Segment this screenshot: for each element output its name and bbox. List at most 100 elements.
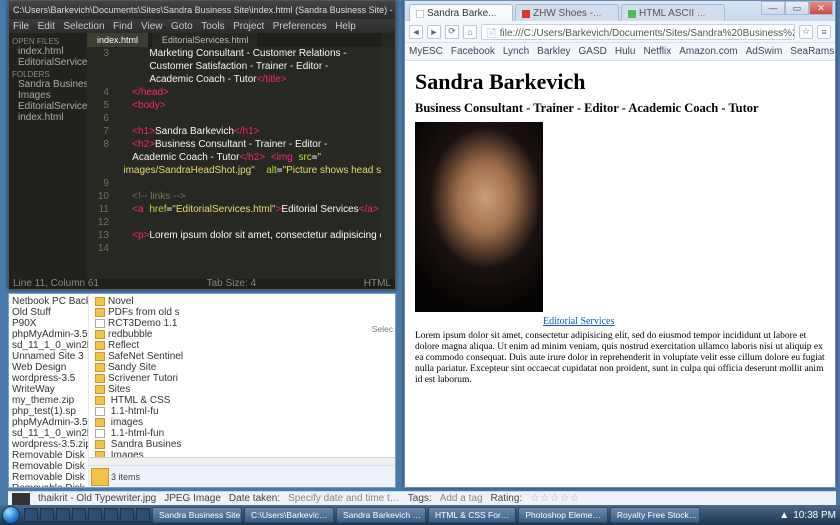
menu-view[interactable]: View <box>141 21 163 32</box>
navpane-item[interactable]: my_theme.zip <box>12 395 85 406</box>
folder-item[interactable]: Sandra Business Site <box>12 79 84 90</box>
explorer-main[interactable]: NovelPDFs from old sRCT3Demo 1.1redbubbl… <box>89 294 395 487</box>
navpane-item[interactable]: P90X <box>12 318 85 329</box>
bookmark-item[interactable]: Amazon.com <box>679 46 737 57</box>
menu-prefs[interactable]: Preferences <box>273 21 327 32</box>
menu-icon[interactable]: ≡ <box>817 25 831 39</box>
navpane-item[interactable]: phpMyAdmin-3.5.5-a <box>12 417 85 428</box>
code-editor[interactable]: 3 Marketing Consultant - Customer Relati… <box>87 47 381 279</box>
navpane-item[interactable]: wordpress-3.5.zip <box>12 439 85 450</box>
list-item[interactable]: Reflect <box>95 340 389 351</box>
chrome-tab[interactable]: HTML ASCII Reference <box>621 4 725 21</box>
bookmark-item[interactable]: Lynch <box>503 46 529 57</box>
bookmark-item[interactable]: Netflix <box>643 46 671 57</box>
taskbar-task[interactable]: Sandra Barkevich … <box>336 507 426 523</box>
navpane-item[interactable]: Removable Disk (J:) <box>12 483 85 487</box>
back-button[interactable]: ◄ <box>409 25 423 39</box>
editor-tab-editorial[interactable]: EditorialServices.html <box>152 33 260 47</box>
navpane-item[interactable]: Removable Disk (I:) <box>12 472 85 483</box>
taskbar-task[interactable]: HTML & CSS For… <box>428 507 516 523</box>
navpane-item[interactable]: phpMyAdmin-3.5.5-a <box>12 329 85 340</box>
menu-goto[interactable]: Goto <box>171 21 193 32</box>
tray-icon[interactable]: ▲ <box>779 510 789 521</box>
forward-button[interactable]: ► <box>427 25 441 39</box>
date-value[interactable]: Specify date and time t… <box>288 492 400 506</box>
navpane-item[interactable]: sd_11_1_0_win2kXPVis <box>12 340 85 351</box>
pinned-app-icon[interactable] <box>88 508 102 522</box>
taskbar-task[interactable]: Photoshop Eleme… <box>518 507 608 523</box>
menu-find[interactable]: Find <box>113 21 132 32</box>
explorer-scrollbar[interactable] <box>89 457 395 465</box>
clock[interactable]: 10:38 PM <box>793 510 836 521</box>
bookmark-item[interactable]: Hulu <box>615 46 636 57</box>
list-item[interactable]: 1.1-html-fu <box>95 406 389 417</box>
open-file[interactable]: index.html <box>12 46 84 57</box>
sublime-titlebar[interactable]: C:\Users\Barkevich\Documents\Sites\Sandr… <box>9 1 395 19</box>
menu-selection[interactable]: Selection <box>63 21 104 32</box>
pinned-app-icon[interactable] <box>136 508 150 522</box>
bookmark-item[interactable]: MyESC <box>409 46 443 57</box>
list-item[interactable]: 1.1-html-fun <box>95 428 389 439</box>
pinned-ie-icon[interactable] <box>24 508 38 522</box>
pinned-app-icon[interactable] <box>56 508 70 522</box>
maximize-icon[interactable]: ▭ <box>785 1 809 15</box>
system-tray[interactable]: ▲ 10:38 PM <box>779 510 838 521</box>
bookmark-star-icon[interactable]: ☆ <box>799 25 813 39</box>
editorial-services-link[interactable]: Editorial Services <box>543 316 614 327</box>
bookmark-item[interactable]: AdSwim <box>746 46 783 57</box>
navpane-item[interactable]: Removable Disk (G:) <box>12 450 85 461</box>
list-item[interactable]: SafeNet Sentinel <box>95 351 389 362</box>
navpane-item[interactable]: sd_11_1_0_win2kXPVis <box>12 428 85 439</box>
folder-item[interactable]: index.html <box>12 112 84 123</box>
navpane-item[interactable]: Web Design <box>12 362 85 373</box>
bookmark-item[interactable]: Facebook <box>451 46 495 57</box>
address-bar[interactable]: 📄 file:///C:/Users/Barkevich/Documents/S… <box>481 24 795 40</box>
minimize-icon[interactable]: — <box>761 1 785 15</box>
list-item[interactable]: PDFs from old s <box>95 307 389 318</box>
bookmark-item[interactable]: SeaRams <box>790 46 834 57</box>
open-file[interactable]: EditorialServices.html <box>12 57 84 68</box>
list-item[interactable]: Scrivener Tutori <box>95 373 389 384</box>
navpane-item[interactable]: WriteWay <box>12 384 85 395</box>
list-item[interactable]: Sandy Site <box>95 362 389 373</box>
start-button[interactable] <box>2 506 20 524</box>
status-syntax[interactable]: HTML <box>364 279 391 289</box>
minimap[interactable] <box>381 47 395 279</box>
explorer-navpane[interactable]: Netbook PC BackupOld StuffP90XphpMyAdmin… <box>9 294 89 487</box>
editor-tab-index[interactable]: index.html <box>87 33 149 47</box>
list-item[interactable]: Novel <box>95 296 389 307</box>
list-item[interactable]: Sandra Busines <box>95 439 389 450</box>
sublime-menubar[interactable]: File Edit Selection Find View Goto Tools… <box>9 19 395 33</box>
bookmark-item[interactable]: Barkley <box>537 46 570 57</box>
taskbar-task[interactable]: C:\Users\Barkevic… <box>244 507 334 523</box>
tags-value[interactable]: Add a tag <box>440 492 483 506</box>
taskbar-task[interactable]: Sandra Business Site <box>152 507 242 523</box>
menu-file[interactable]: File <box>13 21 29 32</box>
menu-edit[interactable]: Edit <box>38 21 55 32</box>
list-item[interactable]: HTML & CSS <box>95 395 389 406</box>
navpane-item[interactable]: Unnamed Site 3 <box>12 351 85 362</box>
menu-tools[interactable]: Tools <box>201 21 224 32</box>
pinned-app-icon[interactable] <box>104 508 118 522</box>
pinned-explorer-icon[interactable] <box>40 508 54 522</box>
reload-button[interactable]: ⟳ <box>445 25 459 39</box>
pinned-app-icon[interactable] <box>120 508 134 522</box>
sublime-sidebar[interactable]: OPEN FILES index.html EditorialServices.… <box>9 33 87 279</box>
folder-item[interactable]: EditorialServices.html <box>12 101 84 112</box>
bookmark-item[interactable]: GASD <box>579 46 607 57</box>
navpane-item[interactable]: wordpress-3.5 <box>12 373 85 384</box>
list-item[interactable]: Sites <box>95 384 389 395</box>
menu-help[interactable]: Help <box>335 21 356 32</box>
navpane-item[interactable]: php_test(1).sp <box>12 406 85 417</box>
navpane-item[interactable]: Removable Disk (H:) <box>12 461 85 472</box>
taskbar-task[interactable]: Royalty Free Stock… <box>610 507 700 523</box>
home-button[interactable]: ⌂ <box>463 25 477 39</box>
list-item[interactable]: images <box>95 417 389 428</box>
chrome-tab[interactable]: ZHW Shoes - Bargain For… <box>515 4 619 21</box>
status-tabsize[interactable]: Tab Size: 4 <box>207 279 256 289</box>
rating-stars[interactable]: ☆☆☆☆☆ <box>530 492 580 506</box>
menu-project[interactable]: Project <box>233 21 264 32</box>
close-icon[interactable]: ✕ <box>809 1 833 15</box>
pinned-app-icon[interactable] <box>72 508 86 522</box>
navpane-item[interactable]: Old Stuff <box>12 307 85 318</box>
